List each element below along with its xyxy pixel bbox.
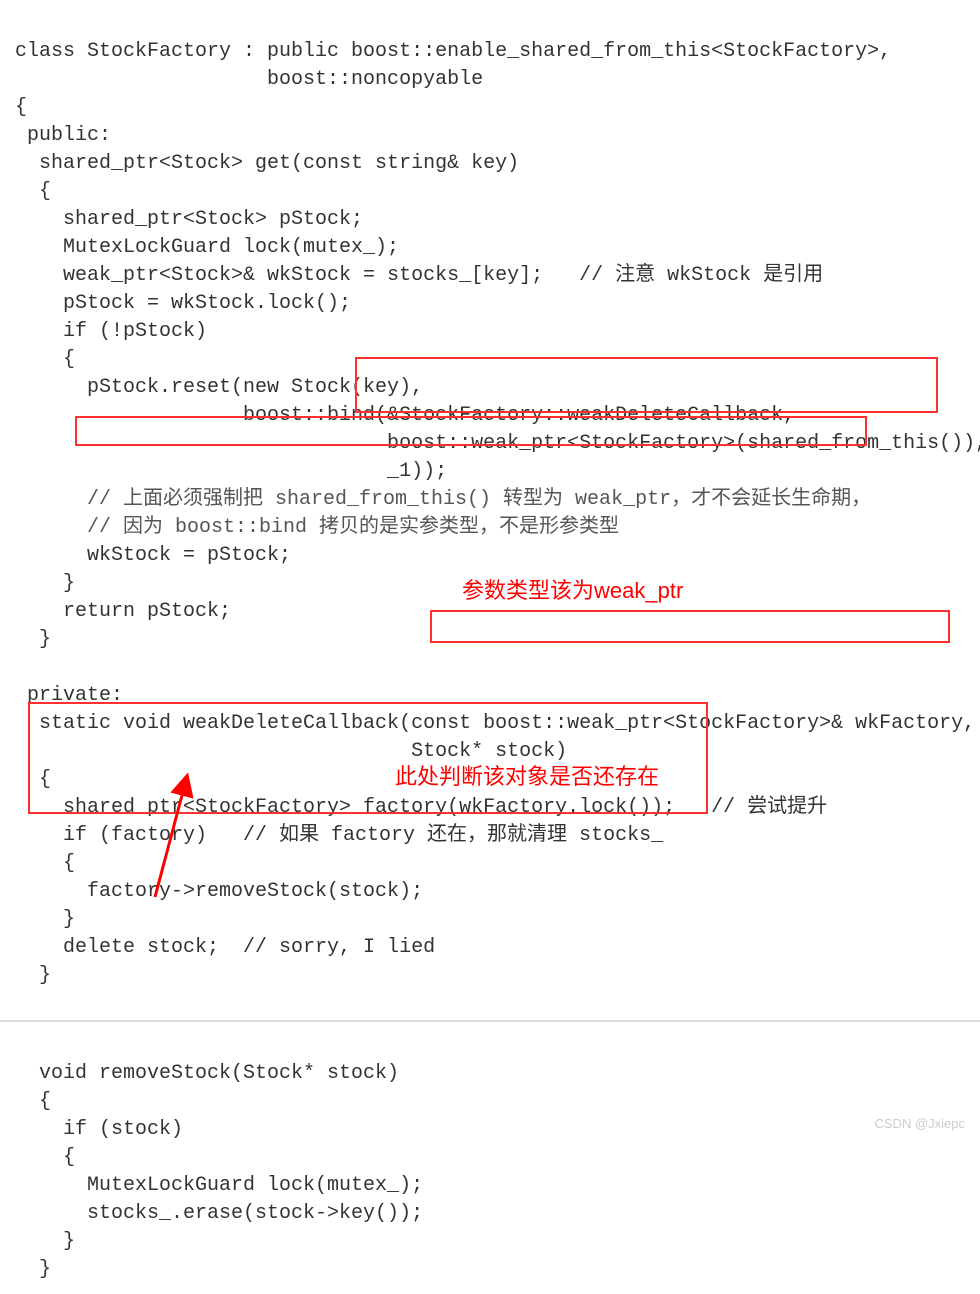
code-line: void removeStock(Stock* stock) — [15, 1062, 399, 1085]
code-line: MutexLockGuard lock(mutex_); — [15, 236, 399, 259]
code-line: Stock* stock) — [15, 740, 567, 763]
code-line: wkStock = pStock; — [15, 544, 291, 567]
code-line: // 上面必须强制把 shared_from_this() 转型为 weak_p… — [15, 488, 871, 511]
code-line: { — [15, 852, 75, 875]
code-line: } — [15, 1230, 75, 1253]
code-line: { — [15, 768, 51, 791]
code-line: if (!pStock) — [15, 320, 207, 343]
code-line: } — [15, 908, 75, 931]
code-line: { — [15, 180, 51, 203]
code-block-bottom: void removeStock(Stock* stock) { if (sto… — [0, 1022, 980, 1294]
code-line: } — [15, 628, 51, 651]
code-line: { — [15, 348, 75, 371]
watermark-text: CSDN @Jxiepc — [875, 1115, 966, 1133]
code-line: pStock = wkStock.lock(); — [15, 292, 351, 315]
code-line: shared_ptr<Stock> get(const string& key) — [15, 152, 519, 175]
code-line: public: — [15, 124, 111, 147]
code-line: if (stock) — [15, 1118, 183, 1141]
code-line: boost::bind(&StockFactory::weakDeleteCal… — [15, 404, 795, 427]
code-block-top: class StockFactory : public boost::enabl… — [0, 0, 980, 1022]
code-line: shared_ptr<Stock> pStock; — [15, 208, 363, 231]
code-line: return pStock; — [15, 600, 231, 623]
annotation-param-type: 参数类型该为weak_ptr — [462, 576, 683, 607]
annotation-object-exists: 此处判断该对象是否还存在 — [395, 762, 659, 793]
code-line: weak_ptr<Stock>& wkStock = stocks_[key];… — [15, 264, 823, 287]
code-line: } — [15, 572, 75, 595]
code-line: class StockFactory : public boost::enabl… — [15, 40, 891, 63]
code-line: } — [15, 1258, 51, 1281]
code-line: MutexLockGuard lock(mutex_); — [15, 1174, 423, 1197]
code-line: _1)); — [15, 460, 447, 483]
code-line: // 因为 boost::bind 拷贝的是实参类型，不是形参类型 — [15, 516, 619, 539]
code-line: stocks_.erase(stock->key()); — [15, 1202, 423, 1225]
code-line: factory->removeStock(stock); — [15, 880, 423, 903]
code-line: private: — [15, 684, 123, 707]
code-line: boost::weak_ptr<StockFactory>(shared_fro… — [15, 432, 980, 455]
code-line: delete stock; // sorry, I lied — [15, 936, 435, 959]
code-line: shared_ptr<StockFactory> factory(wkFacto… — [15, 796, 827, 819]
code-line: } — [15, 964, 51, 987]
code-line: pStock.reset(new Stock(key), — [15, 376, 423, 399]
code-line: { — [15, 1090, 51, 1113]
code-line: if (factory) // 如果 factory 还在，那就清理 stock… — [15, 824, 663, 847]
code-line: static void weakDeleteCallback(const boo… — [15, 712, 975, 735]
code-line: { — [15, 1146, 75, 1169]
code-line: boost::noncopyable — [15, 68, 483, 91]
code-line: { — [15, 96, 27, 119]
